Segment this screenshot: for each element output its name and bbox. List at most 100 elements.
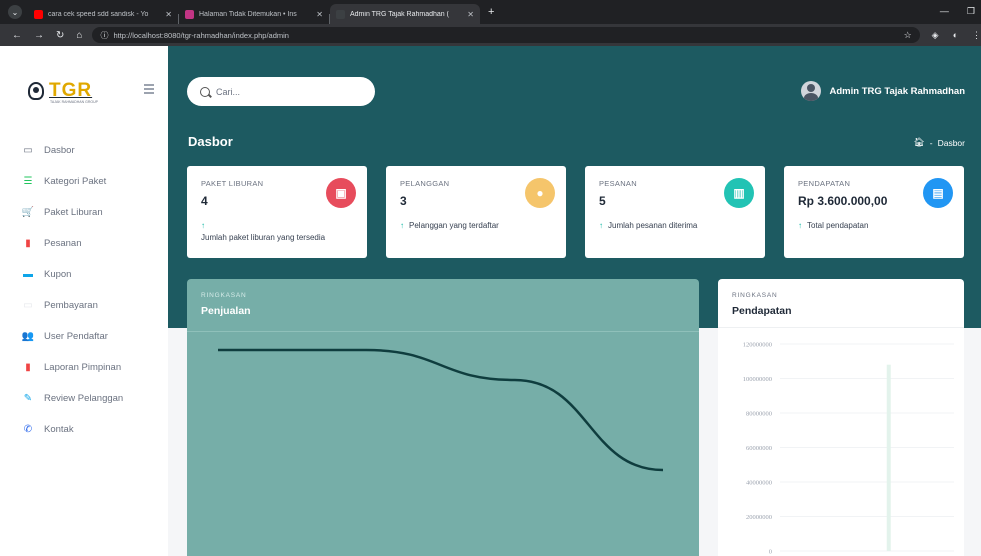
forward-icon[interactable]: → — [34, 30, 44, 41]
home-icon[interactable]: ⌂ — [76, 30, 82, 41]
monitor-icon: ▭ — [23, 145, 33, 156]
browser-tab[interactable]: Admin TRG Tajak Rahmadhan (✕ — [330, 4, 480, 24]
user-name: Admin TRG Tajak Rahmadhan — [829, 85, 965, 97]
breadcrumb-current: Dasbor — [937, 137, 965, 148]
minimize-icon[interactable]: — — [940, 6, 949, 17]
sales-line-chart — [218, 348, 664, 472]
extensions-icon[interactable]: ◈ — [932, 30, 939, 41]
browser-toolbar: ◈ ◐ ⋮ — [932, 30, 981, 41]
sidebar-item-kategori-paket[interactable]: ☰ Kategori Paket — [0, 166, 168, 197]
sidebar-item-kupon[interactable]: ▬ Kupon — [0, 259, 168, 290]
sidebar-item-label: User Pendaftar — [44, 331, 108, 342]
breadcrumb-home-icon[interactable]: 🏠︎ — [913, 137, 924, 148]
reload-icon[interactable]: ↻ — [56, 30, 64, 41]
sales-series-line — [218, 348, 664, 472]
sidebar-item-label: Dasbor — [44, 145, 75, 156]
back-icon[interactable]: ← — [12, 30, 22, 41]
sidebar-item-pembayaran[interactable]: ▭ Pembayaran — [0, 290, 168, 321]
sidebar-item-pesanan[interactable]: ▮ Pesanan — [0, 228, 168, 259]
bag-icon: ▣ — [326, 178, 356, 208]
browser-tab[interactable]: cara cek speed sdd sandisk - Yo ✕ — [28, 4, 178, 24]
sidebar-item-kontak[interactable]: ✆ Kontak — [0, 414, 168, 445]
logo-icon — [28, 82, 44, 100]
report-icon: ▮ — [25, 362, 31, 373]
breadcrumb-separator: - — [929, 137, 933, 148]
money-icon: ▤ — [923, 178, 953, 208]
stat-card-note-text: Jumlah pesanan diterima — [608, 221, 698, 230]
new-tab-button[interactable]: + — [488, 6, 494, 18]
more-icon[interactable]: ⋮ — [972, 30, 981, 41]
user-menu[interactable]: Admin TRG Tajak Rahmadhan — [800, 81, 965, 101]
brand-logo[interactable]: TGR TAJAK RAHMADHAN GROUP — [28, 80, 98, 104]
income-kicker: RINGKASAN — [732, 292, 778, 299]
tab-close-icon[interactable]: ✕ — [316, 10, 323, 19]
sidebar-item-label: Kategori Paket — [44, 176, 107, 187]
stat-card-note: ↑ Pelanggan yang terdaftar — [400, 220, 560, 232]
sidebar-item-label: Pesanan — [44, 238, 82, 249]
sidebar-item-dasbor[interactable]: ▭ Dasbor — [0, 135, 168, 166]
window-controls: — ❐ — [940, 6, 975, 17]
sidebar-menu: ▭ Dasbor ☰ Kategori Paket 🛒 Paket Liburan ▮ Pes… — [0, 135, 168, 445]
sidebar-item-user-pendaftar[interactable]: 👥 User Pendaftar — [0, 321, 168, 352]
browser-tab-bar: ⌄ cara cek speed sdd sandisk - Yo ✕ Halama… — [0, 0, 981, 24]
arrow-up-icon: ↑ — [201, 221, 205, 230]
sidebar-item-label: Kupon — [44, 269, 72, 280]
income-bar — [886, 364, 891, 551]
sales-chart-panel: RINGKASAN Penjualan — [187, 279, 699, 556]
tab-favicon-icon — [336, 9, 345, 19]
users-icon: 👥 — [21, 331, 35, 342]
stat-card-note: ↑ Total pendapatan — [798, 220, 958, 232]
income-y-tick-label: 120000000 — [743, 342, 772, 349]
restore-icon[interactable]: ❐ — [967, 6, 975, 17]
income-y-tick-label: 40000000 — [746, 480, 772, 487]
cart-icon: 🛒 — [21, 207, 35, 218]
search-box[interactable] — [187, 77, 375, 106]
income-y-tick-label: 80000000 — [746, 411, 772, 418]
stat-card: PENDAPATAN Rp 3.600.000,00 ▤ ↑ Total pendapa… — [784, 166, 964, 258]
tab-title: Halaman Tidak Ditemukan • Ins — [199, 10, 297, 18]
list-icon: ☰ — [23, 176, 33, 187]
income-y-tick-label: 0 — [769, 549, 772, 556]
sidebar: TGR TAJAK RAHMADHAN GROUP ▭ Dasbor ☰ Katego… — [0, 46, 168, 556]
stat-card-note: ↑ Jumlah paket liburan yang tersedia — [201, 220, 361, 244]
sales-title: Penjualan — [201, 305, 251, 317]
avatar — [800, 81, 821, 101]
sidebar-item-label: Laporan Pimpinan — [44, 362, 122, 373]
profile-icon[interactable]: ◐ — [953, 30, 958, 41]
address-bar: ← → ↻ ⌂ ⓘ http://localhost:8080/tgr-rahm… — [0, 24, 981, 46]
income-y-tick-label: 20000000 — [746, 514, 772, 521]
tab-strip: cara cek speed sdd sandisk - Yo ✕ Halaman … — [28, 0, 480, 24]
breadcrumb: 🏠︎ - Dasbor — [913, 137, 965, 148]
search-icon — [200, 86, 210, 97]
browser-tab[interactable]: Halaman Tidak Ditemukan • Ins ✕ — [179, 4, 329, 24]
stat-card: PESANAN 5 ▥ ↑ Jumlah pesanan diterima — [585, 166, 765, 258]
bar-chart-icon: ▥ — [724, 178, 754, 208]
sidebar-item-review-pelanggan[interactable]: ✎ Review Pelanggan — [0, 383, 168, 414]
url-field[interactable]: ⓘ http://localhost:8080/tgr-rahmadhan/in… — [92, 27, 920, 43]
bookmark-star-icon[interactable]: ☆ — [904, 30, 912, 41]
tab-close-icon[interactable]: ✕ — [165, 10, 172, 19]
sidebar-item-laporan-pimpinan[interactable]: ▮ Laporan Pimpinan — [0, 352, 168, 383]
ticket-icon: ▬ — [23, 269, 33, 280]
logo-text: TGR — [49, 80, 93, 101]
sidebar-item-paket-liburan[interactable]: 🛒 Paket Liburan — [0, 197, 168, 228]
stat-card: PAKET LIBURAN 4 ▣ ↑ Jumlah paket liburan yan… — [187, 166, 367, 258]
payment-icon: ▭ — [23, 300, 33, 311]
income-title: Pendapatan — [732, 305, 792, 317]
hamburger-menu-icon[interactable] — [144, 84, 154, 96]
stat-card-note-text: Jumlah paket liburan yang tersedia — [201, 233, 326, 242]
arrow-up-icon: ↑ — [599, 221, 603, 230]
income-divider — [718, 327, 964, 328]
main-content: Admin TRG Tajak Rahmadhan Dasbor 🏠︎ - Da… — [168, 46, 981, 556]
url-text: http://localhost:8080/tgr-rahmadhan/inde… — [113, 30, 289, 40]
tab-close-icon[interactable]: ✕ — [467, 10, 474, 19]
income-y-tick-label: 60000000 — [746, 445, 772, 452]
logo-tagline: TAJAK RAHMADHAN GROUP — [50, 100, 98, 104]
search-input[interactable] — [216, 86, 366, 97]
site-info-icon[interactable]: ⓘ — [100, 30, 108, 41]
edit-icon: ✎ — [23, 393, 33, 404]
tab-favicon-icon — [185, 9, 194, 19]
tab-search-icon[interactable]: ⌄ — [8, 5, 22, 19]
sales-kicker: RINGKASAN — [201, 292, 247, 299]
income-bar-chart: 0 20000000 40000000 60000000 80000000 1000000… — [743, 342, 954, 556]
